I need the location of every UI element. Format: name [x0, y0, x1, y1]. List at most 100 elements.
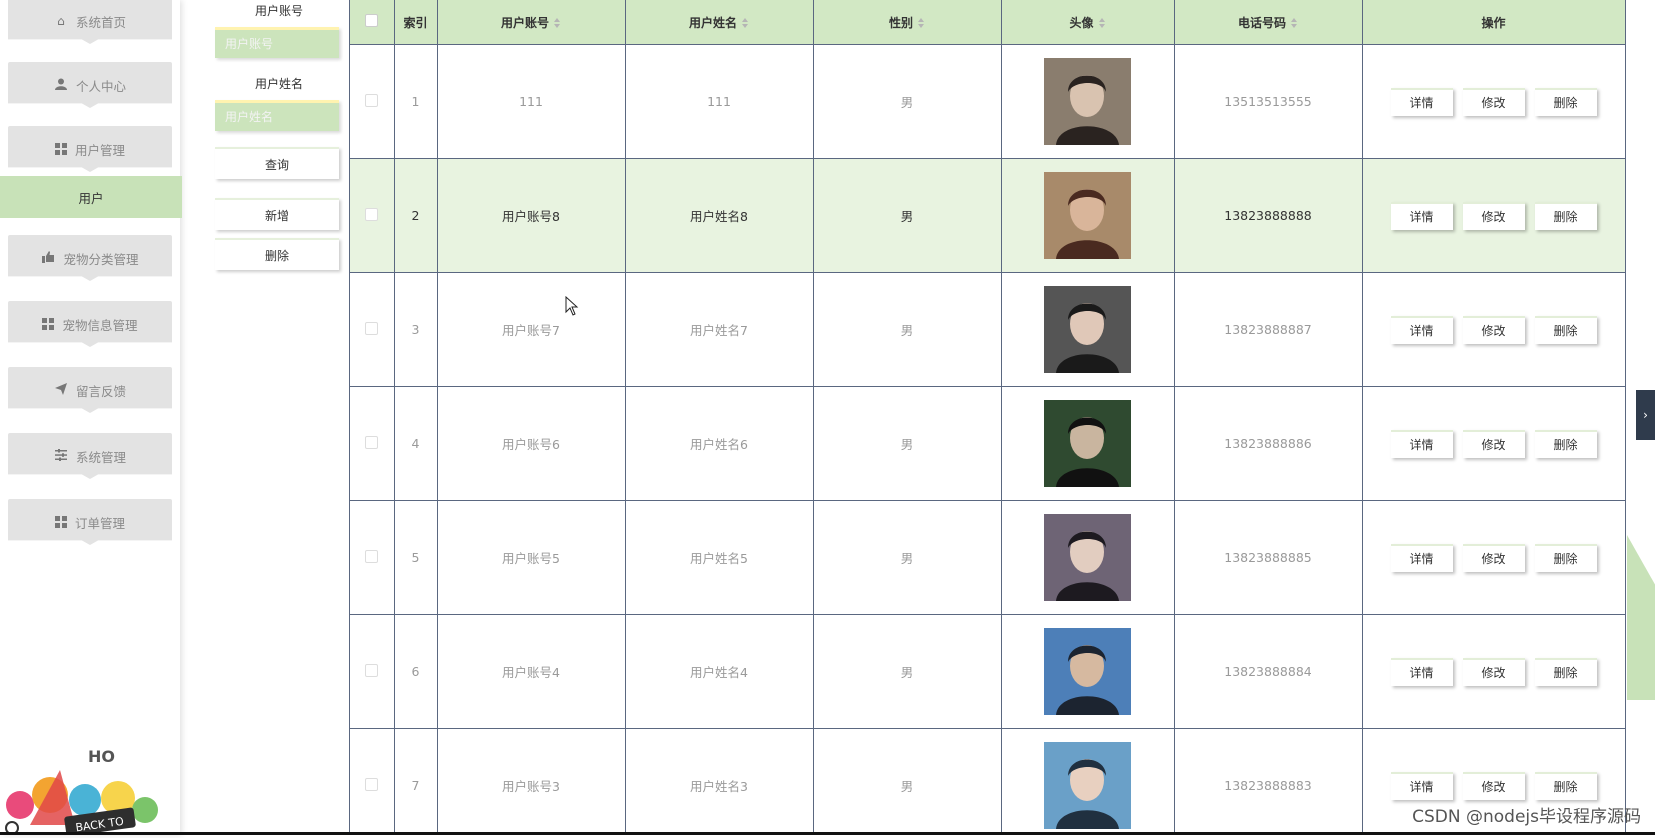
- table-row: 2 用户账号8 用户姓名8 男 13823888888 详情 修改 删除: [350, 158, 1625, 273]
- sliders-icon: [54, 449, 68, 463]
- row-phone: 13823888888: [1174, 158, 1363, 273]
- avatar[interactable]: [1044, 628, 1131, 715]
- expand-panel-tab[interactable]: ›: [1636, 390, 1655, 440]
- row-index: 2: [394, 158, 438, 273]
- row-checkbox[interactable]: [365, 93, 379, 107]
- send-icon: [54, 383, 68, 397]
- row-phone: 13823888884: [1174, 614, 1363, 729]
- sidebar-item-label: 系统管理: [75, 449, 126, 465]
- sidebar-item-label: 宠物信息管理: [62, 317, 138, 333]
- delete-button[interactable]: 删除: [1534, 657, 1597, 686]
- name-input[interactable]: [215, 103, 339, 131]
- delete-button[interactable]: 删除: [1534, 771, 1597, 800]
- row-checkbox[interactable]: [365, 663, 379, 677]
- row-select-cell[interactable]: [350, 272, 395, 387]
- detail-button[interactable]: 详情: [1390, 543, 1453, 572]
- delete-button[interactable]: 删除: [1534, 543, 1597, 572]
- edit-button[interactable]: 修改: [1462, 543, 1525, 572]
- name-label: 用户姓名: [254, 77, 303, 91]
- row-name: 111: [625, 44, 814, 159]
- add-button[interactable]: 新增: [215, 198, 339, 230]
- sort-icon[interactable]: [1098, 18, 1106, 28]
- row-checkbox[interactable]: [365, 321, 379, 335]
- header-phone[interactable]: 电话号码: [1174, 0, 1363, 45]
- row-index: 1: [394, 44, 438, 159]
- header-index: 索引: [394, 0, 438, 45]
- row-select-cell[interactable]: [350, 386, 395, 501]
- row-index: 3: [394, 272, 438, 387]
- delete-button[interactable]: 删除: [1534, 87, 1597, 116]
- row-checkbox[interactable]: [365, 435, 379, 449]
- sidebar-item-home[interactable]: ⌂ 系统首页: [8, 0, 172, 44]
- delete-button[interactable]: 删除: [1534, 315, 1597, 344]
- row-avatar-cell: [1001, 158, 1175, 273]
- sidebar-item-profile[interactable]: 个人中心: [8, 62, 172, 108]
- header-gender[interactable]: 性别: [813, 0, 1002, 45]
- header-account[interactable]: 用户账号: [437, 0, 626, 45]
- avatar[interactable]: [1044, 514, 1131, 601]
- query-button[interactable]: 查询: [215, 147, 339, 179]
- row-select-cell[interactable]: [350, 500, 395, 615]
- row-checkbox[interactable]: [365, 549, 379, 563]
- account-field[interactable]: [215, 27, 339, 58]
- sidebar-item-feedback[interactable]: 留言反馈: [8, 367, 172, 413]
- row-phone: 13823888886: [1174, 386, 1363, 501]
- row-checkbox[interactable]: [365, 207, 379, 221]
- edit-button[interactable]: 修改: [1462, 429, 1525, 458]
- detail-button[interactable]: 详情: [1390, 315, 1453, 344]
- row-checkbox[interactable]: [365, 777, 379, 791]
- delete-selected-button[interactable]: 删除: [215, 238, 339, 270]
- header-name[interactable]: 用户姓名: [625, 0, 814, 45]
- user-icon: [54, 78, 68, 92]
- sort-icon[interactable]: [1291, 18, 1298, 28]
- detail-button[interactable]: 详情: [1390, 657, 1453, 686]
- avatar[interactable]: [1044, 742, 1131, 829]
- row-phone: 13823888883: [1174, 728, 1363, 835]
- row-select-cell[interactable]: [350, 614, 395, 729]
- avatar[interactable]: [1044, 400, 1131, 487]
- edit-button[interactable]: 修改: [1462, 657, 1525, 686]
- detail-button[interactable]: 详情: [1390, 201, 1453, 230]
- header-ops: 操作: [1362, 0, 1625, 45]
- row-select-cell[interactable]: [350, 728, 395, 835]
- edit-button[interactable]: 修改: [1462, 771, 1525, 800]
- row-account: 用户账号3: [437, 728, 626, 835]
- sidebar-item-user-management[interactable]: 用户管理: [8, 126, 172, 172]
- edit-button[interactable]: 修改: [1462, 201, 1525, 230]
- sidebar-item-label: 用户: [78, 190, 104, 206]
- sort-icon[interactable]: [918, 18, 925, 28]
- select-all-checkbox[interactable]: [365, 14, 379, 27]
- row-select-cell[interactable]: [350, 44, 395, 159]
- row-index: 6: [394, 614, 438, 729]
- row-name: 用户姓名4: [625, 614, 814, 729]
- detail-button[interactable]: 详情: [1390, 87, 1453, 116]
- detail-button[interactable]: 详情: [1390, 771, 1453, 800]
- edit-button[interactable]: 修改: [1462, 315, 1525, 344]
- grid-icon: [54, 516, 67, 528]
- back-to-home-logo[interactable]: BACK TO HO: [0, 740, 180, 837]
- delete-button[interactable]: 删除: [1534, 201, 1597, 230]
- sidebar-item-label: 个人中心: [75, 78, 126, 94]
- avatar[interactable]: [1044, 172, 1131, 259]
- sort-icon[interactable]: [742, 18, 749, 28]
- row-index: 7: [394, 728, 438, 835]
- sort-icon[interactable]: [554, 18, 561, 28]
- table-row: 6 用户账号4 用户姓名4 男 13823888884 详情 修改 删除: [350, 614, 1625, 729]
- sidebar-item-system[interactable]: 系统管理: [8, 433, 172, 479]
- row-phone: 13823888887: [1174, 272, 1363, 387]
- edit-button[interactable]: 修改: [1462, 87, 1525, 116]
- row-select-cell[interactable]: [350, 158, 395, 273]
- detail-button[interactable]: 详情: [1390, 429, 1453, 458]
- sidebar-subitem-users[interactable]: 用户: [0, 176, 182, 218]
- select-all-header[interactable]: [350, 0, 395, 45]
- avatar[interactable]: [1044, 58, 1131, 145]
- sidebar-item-pet-info[interactable]: 宠物信息管理: [8, 301, 172, 347]
- avatar[interactable]: [1044, 286, 1131, 373]
- row-phone: 13823888885: [1174, 500, 1363, 615]
- delete-button[interactable]: 删除: [1534, 429, 1597, 458]
- sidebar-item-orders[interactable]: 订单管理: [8, 499, 172, 545]
- account-input[interactable]: [215, 30, 339, 58]
- header-avatar[interactable]: 头像: [1001, 0, 1175, 45]
- name-field[interactable]: [215, 100, 339, 131]
- sidebar-item-pet-category[interactable]: 宠物分类管理: [8, 235, 172, 281]
